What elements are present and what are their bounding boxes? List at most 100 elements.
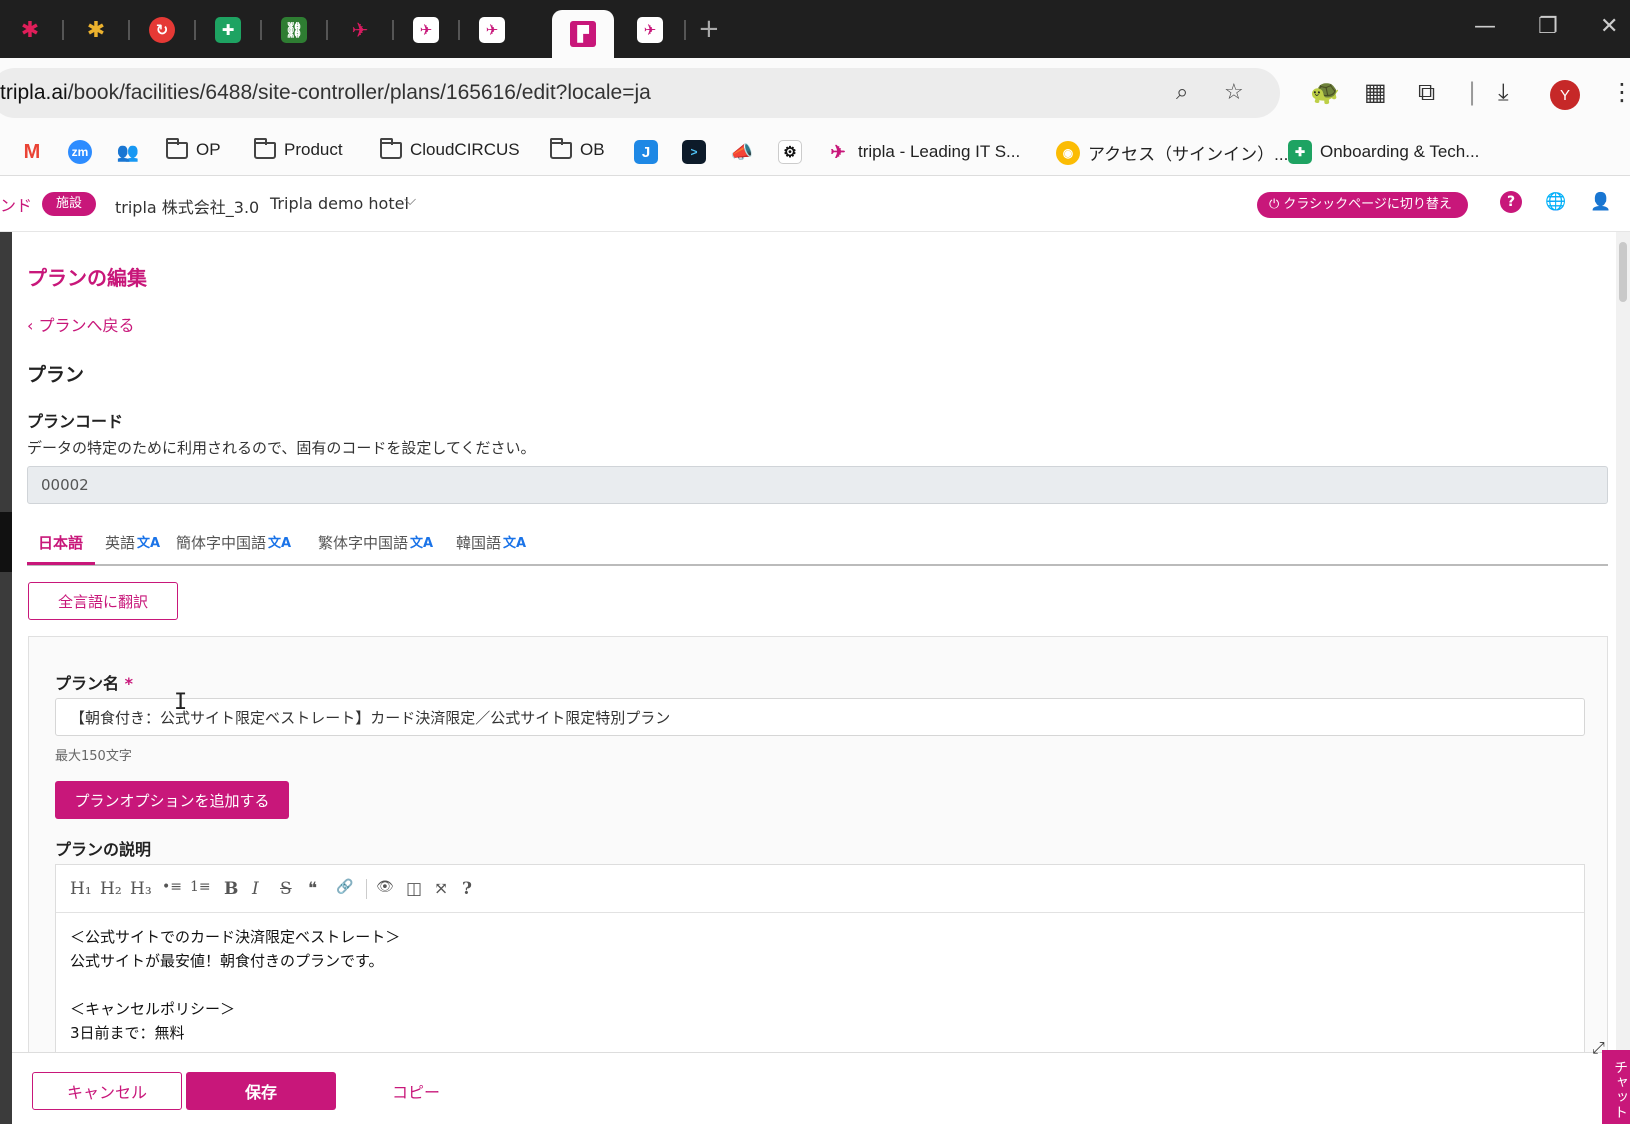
megaphone-icon: 📣 — [730, 141, 754, 162]
editor-content[interactable]: ＜公式サイトでのカード決済限定ベストレート＞ 公式サイトが最安値！朝食付きのプラ… — [70, 925, 400, 1045]
tab-korean[interactable]: 韓国語 文A — [456, 532, 526, 553]
heading1-icon[interactable]: H₁ — [70, 879, 92, 899]
tab-sheets[interactable]: ✚ — [198, 10, 258, 50]
classic-page-button[interactable]: ⏻ クラシックページに切り替え — [1257, 192, 1468, 218]
bookmark-folder-cloudcircus[interactable]: CloudCIRCUS — [380, 137, 520, 160]
tab-tripla-2[interactable]: ✈ — [396, 10, 456, 50]
new-tab-button[interactable]: + — [698, 14, 720, 44]
browser-menu-icon[interactable]: ⋮ — [1610, 78, 1630, 106]
plan-code-input[interactable]: 00002 — [27, 466, 1608, 504]
left-sidebar-edge — [0, 232, 12, 1124]
tab-slack-2[interactable]: ✱ — [66, 10, 126, 50]
guide-help-icon[interactable]: ? — [462, 879, 472, 899]
sidebar-highlight — [0, 512, 12, 572]
tripla-icon: ✈ — [830, 141, 846, 162]
minimize-icon[interactable]: — — [1474, 14, 1496, 39]
link-icon[interactable]: 🔗 — [336, 879, 353, 895]
plan-name-input[interactable]: 【朝食付き：公式サイト限定ベストレート】カード決済限定／公式サイト限定特別プラン — [55, 698, 1585, 736]
translate-icon[interactable]: 文A — [268, 536, 291, 551]
save-button[interactable]: 保存 — [186, 1072, 336, 1110]
bookmark-folder-ob[interactable]: OB — [550, 137, 605, 160]
folder-icon — [254, 137, 276, 159]
tab-slack-1[interactable]: ✱ — [0, 10, 60, 50]
plan-name-hint: 最大150文字 — [55, 749, 132, 764]
qr-code-icon[interactable]: ▦ — [1364, 78, 1387, 106]
bookmark-folder-product[interactable]: Product — [254, 137, 343, 160]
tab-english[interactable]: 英語 文A — [105, 532, 160, 553]
chat-tab[interactable]: チャット — [1602, 1050, 1630, 1124]
help-icon[interactable]: ? — [1500, 191, 1522, 213]
strikethrough-icon[interactable]: S — [280, 879, 292, 899]
cancel-button[interactable]: キャンセル — [32, 1072, 182, 1110]
translate-icon[interactable]: 文A — [503, 536, 526, 551]
bookmark-jira[interactable]: J — [634, 140, 658, 164]
link-icon: ⛓ — [281, 17, 307, 43]
bookmark-teams[interactable]: 👥 — [116, 140, 140, 164]
editor-line: ＜公式サイトでのカード決済限定ベストレート＞ — [70, 928, 401, 946]
italic-icon[interactable]: I — [252, 879, 259, 899]
tab-japanese[interactable]: 日本語 — [38, 532, 83, 553]
close-window-icon[interactable]: ✕ — [1600, 14, 1618, 39]
tab-separator — [260, 20, 262, 40]
translate-icon[interactable]: 文A — [410, 536, 433, 551]
restore-icon[interactable]: ❐ — [1538, 14, 1558, 39]
bookmark-label: アクセス（サインイン）... — [1088, 145, 1289, 164]
scrollbar-thumb[interactable] — [1619, 242, 1627, 302]
zoom-search-icon[interactable]: ⌕ — [1176, 80, 1188, 105]
bookmark-label: Onboarding & Tech... — [1320, 142, 1480, 161]
bookmark-gmail[interactable]: M — [20, 140, 44, 164]
hotel-selector[interactable]: Tripla demo hotel — [270, 194, 409, 213]
globe-icon[interactable]: 🌐 — [1545, 191, 1567, 213]
chevron-down-icon[interactable]: ⌵ — [404, 190, 416, 210]
bookmark-tripla[interactable]: ✈ tripla - Leading IT S... — [826, 140, 1020, 164]
translate-all-button[interactable]: 全言語に翻訳 — [28, 582, 178, 620]
add-plan-option-button[interactable]: プランオプションを追加する — [55, 781, 289, 819]
plan-code-label: プランコード — [27, 412, 124, 431]
bullet-list-icon[interactable]: •≡ — [162, 879, 182, 895]
bookmark-zoom[interactable]: zm — [68, 140, 92, 164]
side-by-side-icon[interactable]: ◫ — [406, 879, 422, 899]
profile-avatar[interactable]: Y — [1550, 80, 1580, 110]
user-icon[interactable]: 👤 — [1590, 191, 1612, 213]
translate-icon[interactable]: 文A — [137, 536, 160, 551]
turtle-extension-icon[interactable]: 🐢 — [1310, 78, 1340, 106]
bookmark-megaphone[interactable]: 📣 — [730, 140, 754, 164]
tab-simplified-chinese[interactable]: 簡体字中国語 文A — [176, 532, 291, 553]
tab-links[interactable]: ⛓ — [264, 10, 324, 50]
tab-tripla-1[interactable]: ✈ — [330, 10, 390, 50]
quote-icon[interactable]: ❝ — [308, 879, 317, 899]
bookmark-terminal[interactable]: > — [682, 140, 706, 164]
bookmark-onboarding[interactable]: ✚ Onboarding & Tech... — [1288, 140, 1479, 164]
address-url[interactable]: tripla.ai/book/facilities/6488/site-cont… — [0, 81, 651, 105]
jira-icon: J — [634, 140, 658, 164]
numbered-list-icon[interactable]: 1≡ — [190, 879, 211, 895]
heading2-icon[interactable]: H₂ — [100, 879, 122, 899]
language-tabs: 日本語 英語 文A 簡体字中国語 文A 繁体字中国語 文A 韓国語 文A — [27, 522, 1608, 566]
tab-tripla-4[interactable]: ✈ — [620, 10, 680, 50]
tab-traditional-chinese[interactable]: 繁体字中国語 文A — [318, 532, 433, 553]
url-path: /book/facilities/6488/site-controller/pl… — [67, 81, 651, 104]
tab-sync[interactable]: ↻ — [132, 10, 192, 50]
bookmark-access[interactable]: ◉ アクセス（サインイン）... — [1056, 140, 1288, 165]
preview-eye-icon[interactable]: 👁 — [376, 879, 394, 895]
address-bar[interactable]: tripla.ai/book/facilities/6488/site-cont… — [0, 68, 1280, 118]
heading3-icon[interactable]: H₃ — [130, 879, 152, 899]
bold-icon[interactable]: B — [224, 879, 238, 899]
extensions-icon[interactable]: ⧉ — [1418, 78, 1435, 106]
download-icon[interactable]: ⤓ — [1498, 78, 1509, 106]
url-host: tripla.ai — [0, 81, 68, 104]
bookmark-label: Product — [284, 140, 343, 159]
bookmark-star-icon[interactable]: ☆ — [1224, 80, 1244, 105]
tab-tripla-3[interactable]: ✈ — [462, 10, 522, 50]
folder-icon — [166, 137, 188, 159]
fullscreen-icon[interactable]: ⤧ — [434, 879, 448, 899]
tab-separator — [194, 20, 196, 40]
bookmark-folder-op[interactable]: OP — [166, 137, 221, 160]
bookmark-label: CloudCIRCUS — [410, 140, 520, 159]
description-label: プランの説明 — [55, 840, 152, 859]
page-scrollbar[interactable] — [1616, 232, 1630, 1052]
tab-active-tripla[interactable]: ▛ — [552, 10, 614, 58]
back-to-plans-link[interactable]: ‹ プランへ戻る — [27, 312, 135, 336]
bookmark-openai[interactable]: ⚙ — [778, 140, 802, 164]
copy-button[interactable]: コピー — [356, 1072, 476, 1110]
